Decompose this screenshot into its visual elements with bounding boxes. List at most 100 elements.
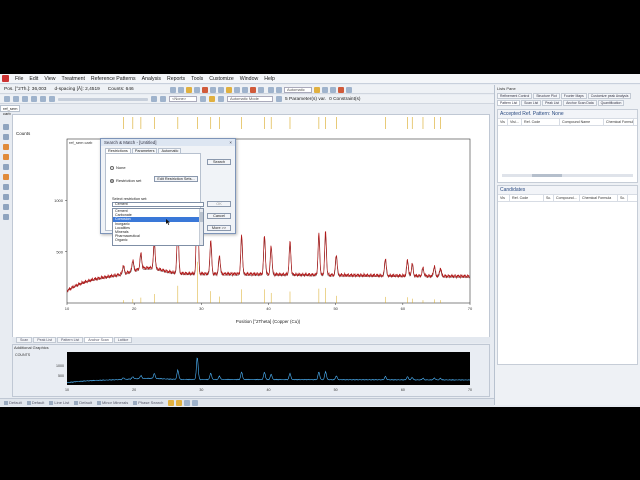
mini-scan-chart[interactable]: COUNTS 500 1000 10 20 30 40 50 60 70: [13, 350, 491, 396]
quick-icon-1[interactable]: [168, 399, 175, 406]
menu-reports[interactable]: Reports: [167, 76, 185, 82]
restriction-list-item[interactable]: Organic: [113, 238, 203, 242]
fit-icon[interactable]: [151, 96, 157, 102]
highlight-icon[interactable]: [209, 96, 215, 102]
col-visi[interactable]: Visi...: [508, 119, 522, 125]
bb-phase-search[interactable]: Phase Search: [133, 400, 163, 405]
tab-anchor-scan-data[interactable]: Anchor Scan Data: [563, 100, 597, 106]
tab-anchor-scan[interactable]: Anchor Scan: [84, 337, 113, 343]
search-button[interactable]: Search: [207, 159, 231, 165]
list-icon[interactable]: [210, 86, 216, 93]
list-scrollbar[interactable]: [199, 209, 203, 245]
col-compound-name[interactable]: Compound Name: [560, 119, 604, 125]
restriction-set-list[interactable]: Cement Carbonate Corrosion Inorganic Localit…: [112, 208, 204, 246]
chart-icon[interactable]: [234, 86, 240, 93]
range-slider[interactable]: [58, 97, 148, 101]
open-icon[interactable]: [4, 96, 10, 102]
grid-icon[interactable]: [194, 86, 200, 93]
tab-peak-list-rp[interactable]: Peak List: [542, 100, 563, 106]
document-tab[interactable]: ref_sem carb: [0, 105, 20, 116]
peak-icon[interactable]: [186, 86, 192, 93]
menu-view[interactable]: View: [44, 76, 55, 82]
tab-structure-plot[interactable]: Structure Plot: [533, 93, 560, 99]
menu-reference-patterns[interactable]: Reference Patterns: [91, 76, 136, 82]
more-button[interactable]: More >>: [207, 225, 231, 231]
text-tool-icon[interactable]: [3, 184, 9, 190]
calc-icon[interactable]: [322, 86, 328, 93]
quick-icon-3[interactable]: [184, 399, 191, 406]
col-vis[interactable]: Vis: [498, 119, 508, 125]
quick-icon-4[interactable]: [192, 399, 199, 406]
tab-fourier-maps[interactable]: Fourier Maps: [560, 93, 587, 99]
radio-restriction-set[interactable]: [110, 178, 114, 183]
diffraction-chart[interactable]: Counts ref_sem carb 500 1000 10 20 30 40 50 60…: [13, 115, 491, 341]
export-icon[interactable]: [330, 86, 336, 93]
copy-icon[interactable]: [276, 86, 282, 93]
tab-peak-list[interactable]: Peak List: [33, 337, 56, 343]
menu-analysis[interactable]: Analysis: [142, 76, 161, 82]
quick-icon-2[interactable]: [176, 399, 183, 406]
flag-icon[interactable]: [338, 86, 344, 93]
tab-pattern-list[interactable]: Pattern List: [57, 337, 84, 343]
table-icon[interactable]: [242, 86, 248, 93]
tab-pattern-list-rp[interactable]: Pattern List: [497, 100, 521, 106]
tab-scan[interactable]: Scan: [16, 337, 33, 343]
cancel-button[interactable]: Cancel: [207, 213, 231, 219]
tab-quantification[interactable]: Quantification: [597, 100, 625, 106]
layer-icon[interactable]: [200, 96, 206, 102]
cand-col-vis[interactable]: Vis: [498, 195, 510, 201]
lamp-icon[interactable]: [314, 86, 320, 93]
measure-icon[interactable]: [49, 96, 55, 102]
bb-default-2[interactable]: Default: [26, 400, 44, 405]
automatic-dropdown[interactable]: Automatic: [284, 86, 312, 93]
lock-icon[interactable]: [218, 96, 224, 102]
radio-none-row[interactable]: None: [110, 165, 126, 170]
accepted-hscroll-thumb[interactable]: [532, 174, 562, 177]
mode-field[interactable]: <None>: [169, 96, 197, 102]
print-icon[interactable]: [268, 86, 274, 93]
ruler-tool-icon[interactable]: [3, 204, 9, 210]
menu-file[interactable]: File: [15, 76, 23, 82]
automatic-mode-field[interactable]: Automatic Mode: [227, 96, 273, 102]
tool-icon[interactable]: [276, 96, 282, 102]
col-chemical-formula[interactable]: Chemical Formula: [604, 119, 634, 125]
line-tool-icon[interactable]: [3, 164, 9, 170]
zoom-icon[interactable]: [170, 86, 176, 93]
restriction-set-combo[interactable]: Cement: [112, 202, 204, 207]
erase-tool-icon[interactable]: [3, 194, 9, 200]
cand-col-compound[interactable]: Compound...: [554, 195, 580, 201]
settings-icon[interactable]: [258, 86, 264, 93]
dialog-close-button[interactable]: ×: [229, 139, 235, 146]
cand-col-score[interactable]: Sc.: [544, 195, 554, 201]
tab-lattice[interactable]: Lattice: [113, 337, 133, 343]
bb-line-list[interactable]: Line List: [49, 400, 69, 405]
match-icon[interactable]: [202, 86, 208, 93]
menu-treatment[interactable]: Treatment: [61, 76, 84, 82]
menu-customize[interactable]: Customize: [209, 76, 234, 82]
main-chart-panel[interactable]: Counts ref_sem carb 500 1000 10 20 30 40 50 60…: [12, 114, 490, 340]
redo-icon[interactable]: [31, 96, 37, 102]
filter-icon[interactable]: [346, 86, 352, 93]
menu-tools[interactable]: Tools: [191, 76, 203, 82]
menu-edit[interactable]: Edit: [29, 76, 38, 82]
undo-icon[interactable]: [22, 96, 28, 102]
edit-restriction-sets-button[interactable]: Edit Restriction Sets...: [154, 176, 198, 182]
cand-col-sc[interactable]: Sc.: [618, 195, 628, 201]
star-icon[interactable]: [226, 86, 232, 93]
menu-window[interactable]: Window: [240, 76, 258, 82]
cand-col-ref-code[interactable]: Ref. Code: [510, 195, 544, 201]
tab-customize-peak[interactable]: Customize peak Analysis: [587, 93, 632, 99]
radio-restriction-row[interactable]: Restriction set: [110, 178, 141, 183]
tab-scan-list[interactable]: Scan List: [521, 100, 542, 106]
cand-col-formula[interactable]: Chemical Formula: [580, 195, 618, 201]
bb-default-3[interactable]: Default: [74, 400, 92, 405]
background-tool-icon[interactable]: [3, 154, 9, 160]
zoom-tool-icon[interactable]: [3, 134, 9, 140]
radio-none[interactable]: [110, 165, 114, 170]
ok-button[interactable]: OK: [207, 201, 231, 207]
save-icon[interactable]: [13, 96, 19, 102]
refresh-icon[interactable]: [218, 86, 224, 93]
tab-refinement-control[interactable]: Refinement Control: [497, 93, 533, 99]
stop-icon[interactable]: [250, 86, 256, 93]
peak-tool-icon[interactable]: [3, 144, 9, 150]
